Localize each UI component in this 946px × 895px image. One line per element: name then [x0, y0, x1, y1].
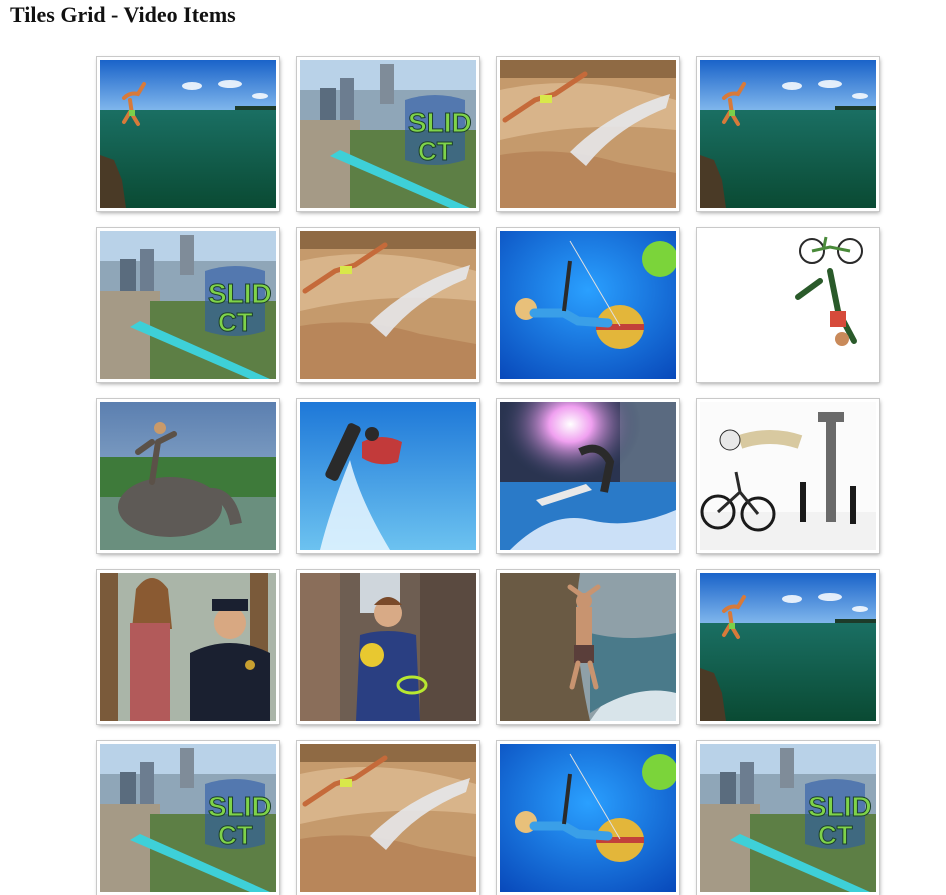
svg-text:SLID: SLID	[408, 107, 472, 138]
video-tile[interactable]	[96, 56, 280, 212]
svg-text:CT: CT	[218, 307, 253, 337]
video-tile[interactable]	[696, 398, 880, 554]
video-thumbnail	[300, 231, 476, 379]
video-tile[interactable]	[296, 398, 480, 554]
video-thumbnail	[700, 60, 876, 208]
video-tile[interactable]	[496, 569, 680, 725]
video-tile[interactable]	[696, 56, 880, 212]
video-tile[interactable]	[296, 569, 480, 725]
video-tile[interactable]	[496, 56, 680, 212]
video-thumbnail	[500, 744, 676, 892]
video-tile[interactable]	[96, 398, 280, 554]
video-tile[interactable]	[296, 227, 480, 383]
video-tile[interactable]	[496, 227, 680, 383]
svg-text:SLID: SLID	[208, 278, 272, 309]
video-thumbnail	[100, 60, 276, 208]
video-tile[interactable]: SLID CT	[96, 740, 280, 895]
video-tile[interactable]: SLID CT	[296, 56, 480, 212]
video-thumbnail	[500, 231, 676, 379]
video-thumbnail	[500, 60, 676, 208]
video-tile[interactable]	[296, 740, 480, 895]
video-tile[interactable]: SLID CT	[696, 740, 880, 895]
svg-text:CT: CT	[418, 136, 453, 166]
svg-text:CT: CT	[218, 820, 253, 850]
video-thumbnail	[700, 231, 876, 379]
video-thumbnail	[300, 573, 476, 721]
video-thumbnail	[300, 744, 476, 892]
video-tile[interactable]	[96, 569, 280, 725]
svg-text:SLID: SLID	[208, 791, 272, 822]
video-thumbnail	[500, 573, 676, 721]
video-thumbnail: SLID CT	[100, 744, 276, 892]
video-tile[interactable]	[496, 740, 680, 895]
svg-text:CT: CT	[818, 820, 853, 850]
video-thumbnail	[700, 402, 876, 550]
video-tile[interactable]: SLID CT	[96, 227, 280, 383]
video-tile[interactable]	[696, 569, 880, 725]
video-thumbnail: SLID CT	[300, 60, 476, 208]
video-tile[interactable]	[496, 398, 680, 554]
video-thumbnail	[300, 402, 476, 550]
video-thumbnail	[100, 402, 276, 550]
page-title: Tiles Grid - Video Items	[10, 2, 236, 27]
video-thumbnail	[500, 402, 676, 550]
video-thumbnail: SLID CT	[700, 744, 876, 892]
video-thumbnail: SLID CT	[100, 231, 276, 379]
video-tile[interactable]	[696, 227, 880, 383]
video-thumbnail	[700, 573, 876, 721]
video-thumbnail	[100, 573, 276, 721]
svg-text:SLID: SLID	[808, 791, 872, 822]
